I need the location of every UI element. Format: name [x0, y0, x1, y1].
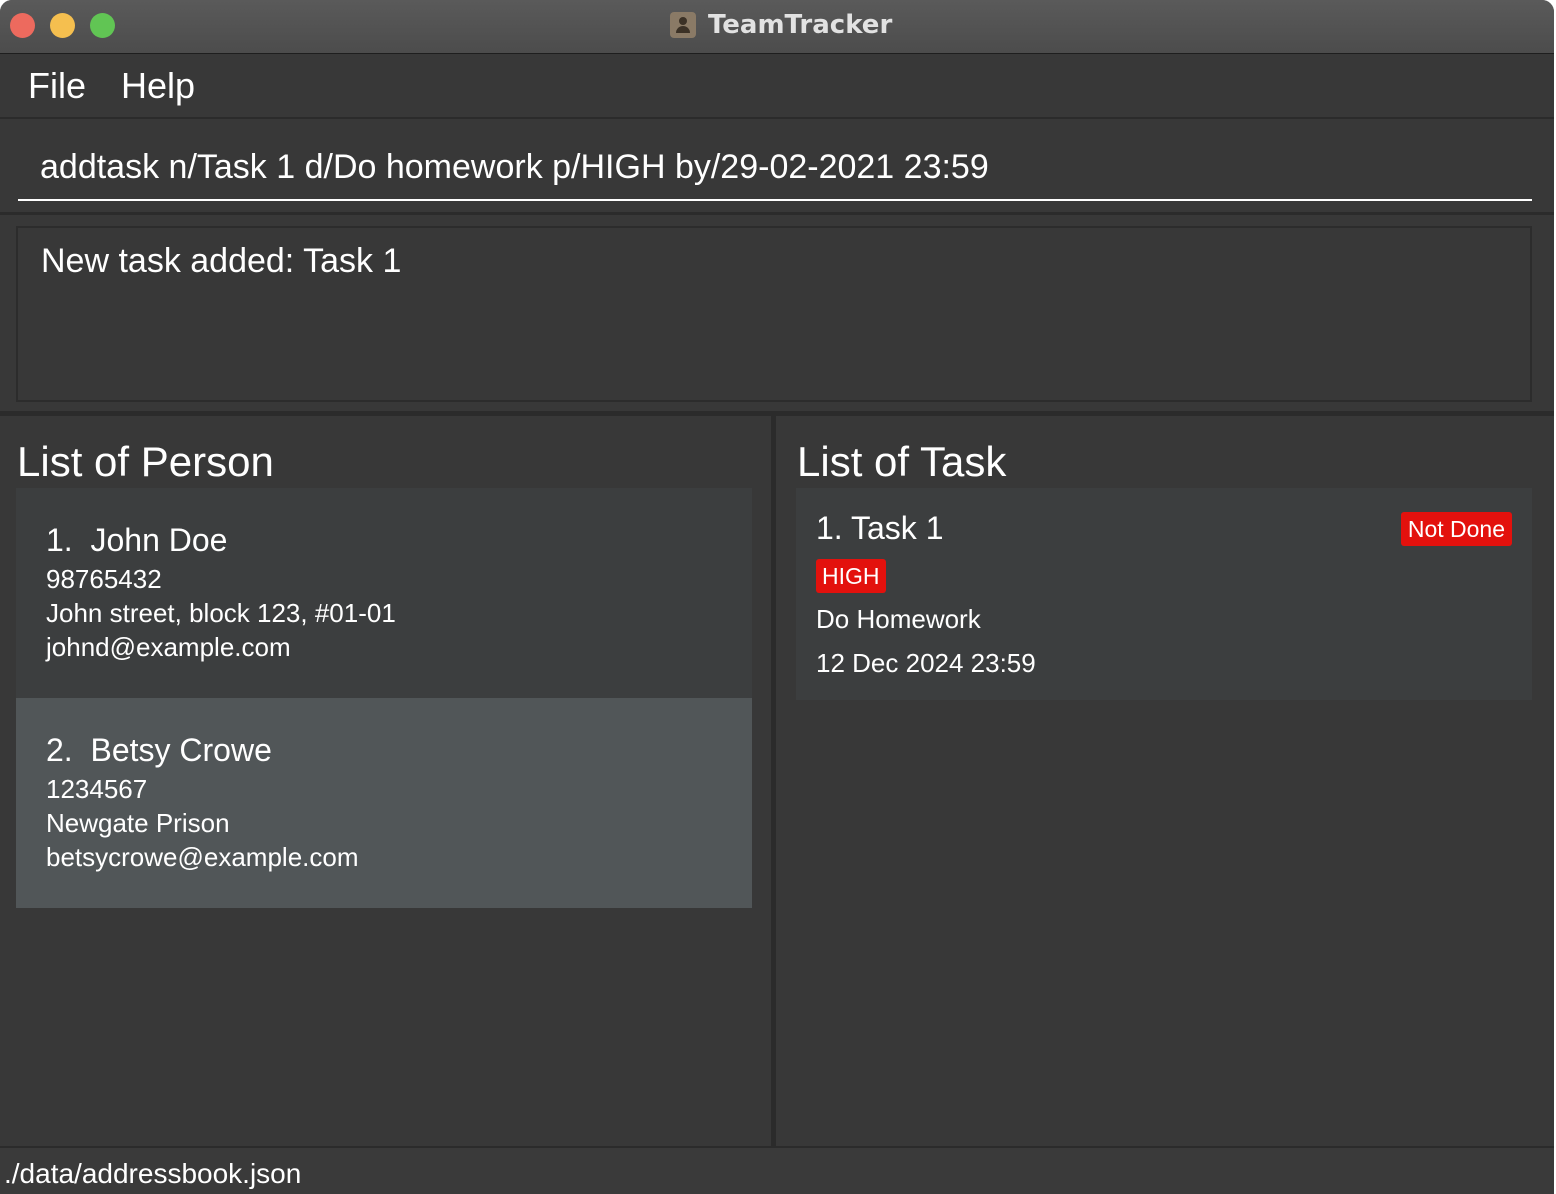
person-name: 2. Betsy Crowe [46, 732, 272, 768]
person-list-title: List of Person [17, 438, 274, 485]
status-path: ./data/addressbook.json [4, 1158, 302, 1189]
window-title: TeamTracker [708, 10, 893, 40]
task-description: Do Homework [816, 604, 981, 634]
command-box [0, 121, 1554, 215]
status-badge: Not Done [1400, 512, 1512, 546]
person-email: betsycrowe@example.com [46, 842, 359, 872]
app-window: TeamTracker File Help New task added: Ta… [0, 0, 1554, 1194]
person-phone: 98765432 [46, 564, 162, 594]
person-address: John street, block 123, #01-01 [46, 598, 396, 628]
person-card[interactable]: 1. John Doe 98765432 John street, block … [16, 488, 752, 698]
priority-badge: HIGH [816, 559, 886, 593]
menu-help[interactable]: Help [121, 65, 195, 107]
person-email: johnd@example.com [46, 632, 291, 662]
person-address: Newgate Prison [46, 808, 230, 838]
menu-file[interactable]: File [28, 65, 86, 107]
task-deadline: 12 Dec 2024 23:59 [816, 648, 1036, 678]
person-card-selected[interactable]: 2. Betsy Crowe 1234567 Newgate Prison be… [16, 698, 752, 908]
person-name: 1. John Doe [46, 522, 228, 558]
app-icon [670, 12, 696, 38]
status-bar: ./data/addressbook.json [0, 1146, 1554, 1194]
title-bar[interactable]: TeamTracker [0, 0, 1554, 54]
person-phone: 1234567 [46, 774, 148, 804]
close-button[interactable] [10, 13, 35, 38]
task-card[interactable]: 1. Task 1 Not Done HIGH Do Homework 12 D… [796, 488, 1532, 700]
task-name: 1. Task 1 [816, 510, 944, 546]
task-list-title: List of Task [797, 438, 1007, 485]
result-message: New task added: Task 1 [41, 242, 402, 280]
menu-bar: File Help [0, 55, 1554, 119]
window-title-group: TeamTracker [670, 10, 892, 40]
minimize-button[interactable] [50, 13, 75, 38]
zoom-button[interactable] [90, 13, 115, 38]
horizontal-divider[interactable] [0, 411, 1554, 416]
result-display[interactable]: New task added: Task 1 [16, 226, 1532, 402]
panel-divider[interactable] [771, 416, 776, 1146]
command-input[interactable] [18, 135, 1532, 201]
